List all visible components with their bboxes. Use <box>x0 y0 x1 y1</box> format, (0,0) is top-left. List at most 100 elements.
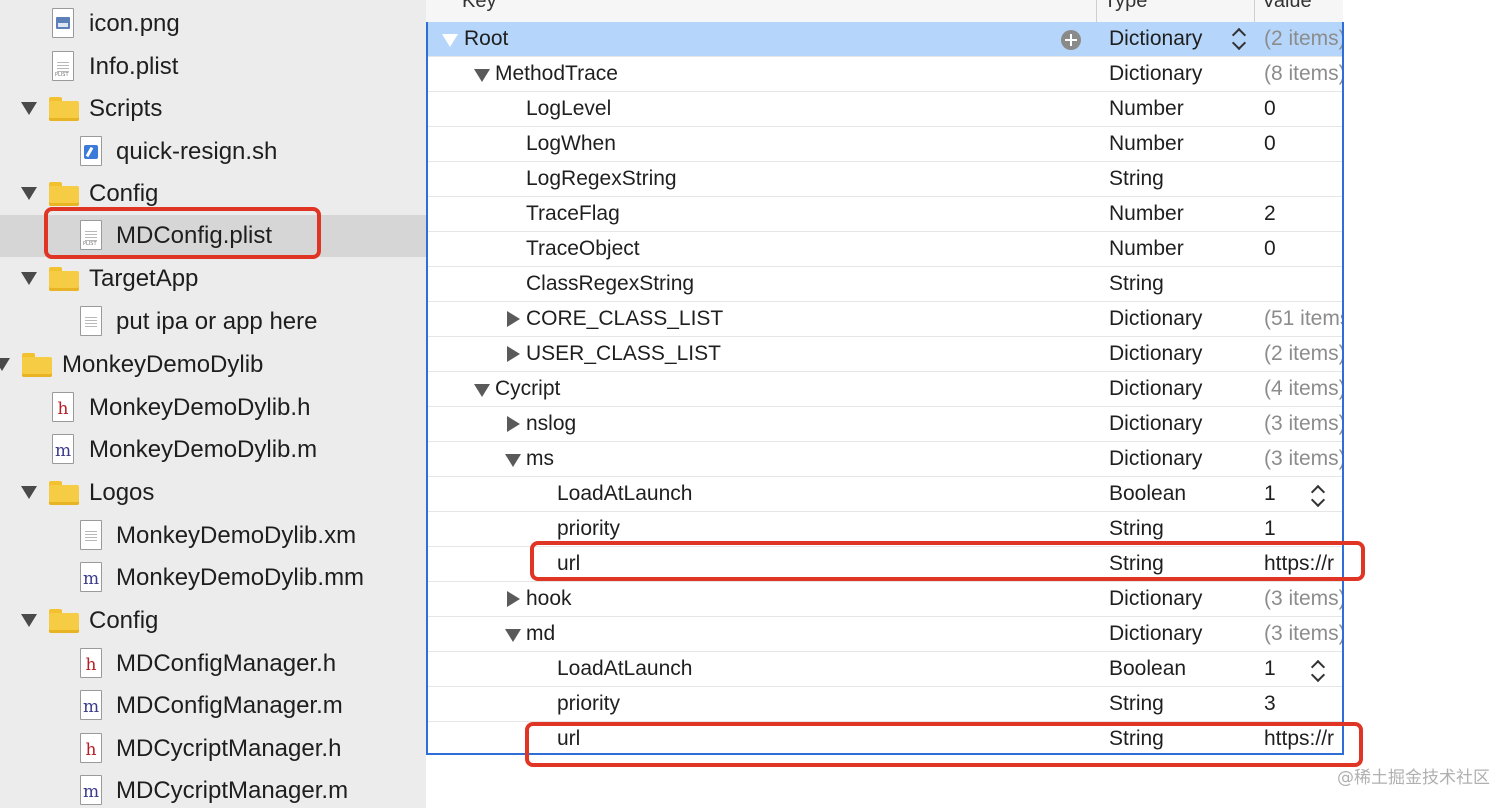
nav-group-targetapp[interactable]: TargetApp <box>0 258 426 300</box>
nav-group-scripts[interactable]: Scripts <box>0 88 426 130</box>
plist-row-logregexstring[interactable]: LogRegexString String <box>428 162 1342 197</box>
plist-row-hook[interactable]: hook Dictionary (3 items) <box>428 582 1342 617</box>
row-type[interactable]: Dictionary <box>1109 62 1202 86</box>
plist-row-logwhen[interactable]: LogWhen Number 0 <box>428 127 1342 162</box>
row-type[interactable]: String <box>1109 167 1164 191</box>
disclosure-triangle-icon[interactable] <box>505 454 521 467</box>
plist-row-ms-loadatlaunch[interactable]: LoadAtLaunch Boolean 1 <box>428 477 1342 512</box>
disclosure-triangle-icon[interactable] <box>507 311 520 327</box>
disclosure-triangle-icon[interactable] <box>507 416 520 432</box>
nav-item-mdconfigmanager-h[interactable]: h MDConfigManager.h <box>0 643 426 685</box>
boolean-stepper-icon[interactable] <box>1311 660 1325 682</box>
plist-row-cycript[interactable]: Cycript Dictionary (4 items) <box>428 372 1344 407</box>
disclosure-triangle-icon[interactable] <box>474 384 490 397</box>
nav-item-label: put ipa or app here <box>116 308 318 335</box>
row-type[interactable]: Dictionary <box>1109 412 1202 436</box>
row-value[interactable]: 2 <box>1264 202 1342 226</box>
row-type[interactable]: Dictionary <box>1109 27 1202 51</box>
nav-item-quick-resign[interactable]: quick-resign.sh <box>0 131 426 173</box>
plist-row-classregexstring[interactable]: ClassRegexString String <box>428 267 1342 302</box>
column-header-key[interactable]: Key <box>462 0 496 13</box>
watermark: @稀土掘金技术社区 <box>1337 768 1490 788</box>
row-value[interactable]: 3 <box>1264 692 1342 716</box>
plist-row-md-loadatlaunch[interactable]: LoadAtLaunch Boolean 1 <box>428 652 1342 687</box>
nav-item-label: MDConfigManager.h <box>116 650 337 677</box>
plist-row-user-class-list[interactable]: USER_CLASS_LIST Dictionary (2 items) <box>428 337 1342 372</box>
boolean-stepper-icon[interactable] <box>1311 485 1325 507</box>
plist-row-ms[interactable]: ms Dictionary (3 items) <box>428 442 1342 477</box>
text-file-icon <box>80 306 102 336</box>
row-key: TraceObject <box>526 237 640 260</box>
row-value[interactable]: 1 <box>1264 482 1342 506</box>
nav-item-mdcycriptmanager-m[interactable]: m MDCycriptManager.m <box>0 770 426 808</box>
row-value[interactable]: 0 <box>1264 97 1342 121</box>
disclosure-triangle-icon[interactable] <box>0 358 10 371</box>
type-stepper-icon[interactable] <box>1232 28 1246 50</box>
plist-row-md-priority[interactable]: priority String 3 <box>428 687 1342 722</box>
row-type[interactable]: Number <box>1109 202 1184 226</box>
row-type[interactable]: Dictionary <box>1109 622 1202 646</box>
row-key: USER_CLASS_LIST <box>526 342 721 365</box>
row-value[interactable]: 1 <box>1264 657 1342 681</box>
plist-row-md[interactable]: md Dictionary (3 items) <box>428 617 1344 652</box>
plist-row-traceflag[interactable]: TraceFlag Number 2 <box>428 197 1342 232</box>
row-type[interactable]: Number <box>1109 132 1184 156</box>
disclosure-triangle-icon[interactable] <box>442 34 458 47</box>
disclosure-triangle-icon[interactable] <box>507 346 520 362</box>
disclosure-triangle-icon[interactable] <box>474 69 490 82</box>
add-item-icon[interactable] <box>1061 30 1081 50</box>
nav-group-logos[interactable]: Logos <box>0 472 426 514</box>
nav-item-put-ipa[interactable]: put ipa or app here <box>0 301 426 343</box>
row-key: TraceFlag <box>526 202 620 225</box>
header-file-icon: h <box>52 392 74 422</box>
nav-item-info-plist[interactable]: PLIST Info.plist <box>0 46 426 88</box>
nav-item-monkeydemodylib-h[interactable]: h MonkeyDemoDylib.h <box>0 387 426 429</box>
disclosure-triangle-icon[interactable] <box>507 591 520 607</box>
disclosure-triangle-icon[interactable] <box>21 102 37 115</box>
row-type[interactable]: String <box>1109 517 1164 541</box>
plist-row-loglevel[interactable]: LogLevel Number 0 <box>428 92 1342 127</box>
row-type[interactable]: String <box>1109 272 1164 296</box>
disclosure-triangle-icon[interactable] <box>505 629 521 642</box>
plist-row-traceobject[interactable]: TraceObject Number 0 <box>428 232 1342 267</box>
row-key: LoadAtLaunch <box>557 657 693 680</box>
row-type[interactable]: Number <box>1109 237 1184 261</box>
row-type[interactable]: Dictionary <box>1109 447 1202 471</box>
row-type[interactable]: Dictionary <box>1109 307 1202 331</box>
plist-row-core-class-list[interactable]: CORE_CLASS_LIST Dictionary (51 items) <box>428 302 1342 337</box>
plist-row-nslog[interactable]: nslog Dictionary (3 items) <box>428 407 1342 442</box>
row-type[interactable]: String <box>1109 692 1164 716</box>
column-header-type[interactable]: Type <box>1104 0 1147 13</box>
nav-item-monkeydemodylib-xm[interactable]: MonkeyDemoDylib.xm <box>0 515 426 557</box>
plist-row-root[interactable]: Root Dictionary (2 items) <box>428 22 1342 57</box>
row-type[interactable]: Boolean <box>1109 482 1186 506</box>
column-divider[interactable] <box>1096 0 1097 22</box>
row-type[interactable]: Dictionary <box>1109 587 1202 611</box>
nav-item-monkeydemodylib-m[interactable]: m MonkeyDemoDylib.m <box>0 429 426 471</box>
disclosure-triangle-icon[interactable] <box>21 486 37 499</box>
row-value: (4 items) <box>1264 377 1344 400</box>
column-header-value[interactable]: Value <box>1262 0 1312 13</box>
nav-item-mdconfigmanager-m[interactable]: m MDConfigManager.m <box>0 685 426 727</box>
nav-item-monkeydemodylib-mm[interactable]: m MonkeyDemoDylib.mm <box>0 557 426 599</box>
row-value: (3 items) <box>1264 622 1344 645</box>
nav-item-label: Info.plist <box>89 53 179 80</box>
disclosure-triangle-icon[interactable] <box>21 187 37 200</box>
row-type[interactable]: Number <box>1109 97 1184 121</box>
row-value[interactable]: 0 <box>1264 132 1342 156</box>
column-divider[interactable] <box>1254 0 1255 22</box>
plist-row-methodtrace[interactable]: MethodTrace Dictionary (8 items) <box>428 57 1342 92</box>
disclosure-triangle-icon[interactable] <box>21 272 37 285</box>
row-value[interactable]: 0 <box>1264 237 1342 261</box>
nav-group-monkeydemodylib[interactable]: MonkeyDemoDylib <box>0 344 426 386</box>
row-value[interactable]: 1 <box>1264 517 1342 541</box>
row-type[interactable]: Dictionary <box>1109 342 1202 366</box>
nav-group-config-2[interactable]: Config <box>0 600 426 642</box>
nav-item-icon-png[interactable]: icon.png <box>0 3 426 45</box>
plist-file-icon: PLIST <box>52 51 74 81</box>
row-type[interactable]: Boolean <box>1109 657 1186 681</box>
row-value: (51 items) <box>1264 307 1342 330</box>
nav-item-mdcycriptmanager-h[interactable]: h MDCycriptManager.h <box>0 728 426 770</box>
disclosure-triangle-icon[interactable] <box>21 614 37 627</box>
row-type[interactable]: Dictionary <box>1109 377 1202 401</box>
